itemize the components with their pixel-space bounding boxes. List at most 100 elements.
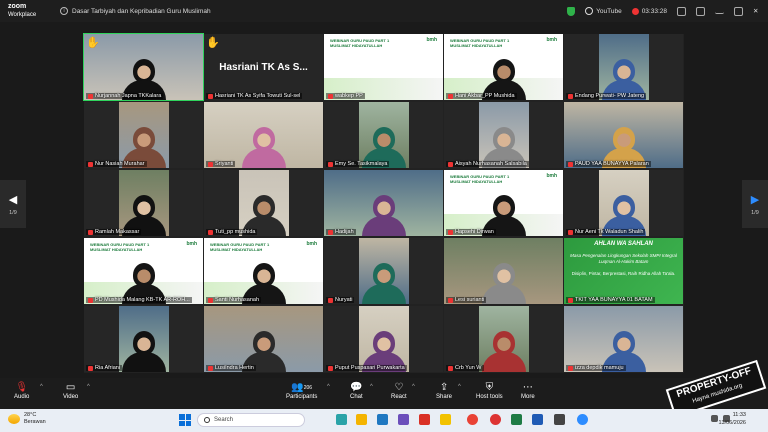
- brand-line1: zoom: [8, 3, 27, 10]
- more-label: More: [521, 394, 535, 400]
- participant-tile[interactable]: Endang Purwati- PW Jateng: [564, 34, 683, 100]
- close-icon[interactable]: ✕: [753, 7, 762, 16]
- weather-temp: 28°C: [24, 412, 37, 418]
- mic-muted-icon: [208, 229, 213, 235]
- participant-name-label: Hadijah: [326, 229, 356, 235]
- youtube-live-indicator[interactable]: YouTube: [585, 7, 622, 15]
- taskbar-app-icon[interactable]: [398, 414, 409, 425]
- participant-name: Crb Yun W: [455, 365, 482, 371]
- host-tools-label: Host tools: [476, 394, 503, 400]
- participant-tile[interactable]: Lesi surianti: [444, 238, 563, 304]
- host-tools-button[interactable]: ⛨ Host tools: [476, 381, 503, 400]
- word-icon[interactable]: [532, 414, 543, 425]
- participants-options-caret[interactable]: ^: [327, 384, 330, 390]
- chat-button[interactable]: 💬 Chat: [350, 381, 363, 400]
- participant-tile[interactable]: WEBINAR GURU PAUD PART 1 MUSLIMAT HIDAYA…: [444, 34, 563, 100]
- participant-name: Hasriani TK As Syifa Towuti Sul-sel: [215, 93, 301, 99]
- participant-name-label: Ria Afriani: [86, 365, 123, 371]
- participant-tile[interactable]: WEBINAR GURU PAUD PART 1 MUSLIMAT HIDAYA…: [444, 170, 563, 236]
- participant-tile[interactable]: PAUD YAA BUNAYYA Palaran: [564, 102, 683, 168]
- camera-icon: ▭: [65, 382, 76, 393]
- mic-muted-icon: [568, 93, 573, 99]
- chrome-icon[interactable]: [467, 414, 478, 425]
- taskbar-search[interactable]: Search: [197, 413, 305, 427]
- participant-tile[interactable]: Crb Yun W: [444, 306, 563, 372]
- apps-icon[interactable]: [696, 6, 705, 16]
- minimize-icon[interactable]: [715, 9, 724, 14]
- participants-count: 206: [303, 384, 313, 391]
- annotate-icon[interactable]: [677, 6, 686, 16]
- mic-muted-icon: [208, 365, 213, 371]
- participant-body: [481, 284, 526, 304]
- mic-muted-icon: [328, 365, 333, 371]
- mic-muted-icon: [328, 93, 333, 99]
- react-options-caret[interactable]: ^: [412, 384, 415, 390]
- participant-tile[interactable]: Emy Se. Tasikmalaya: [324, 102, 443, 168]
- participant-figure: [241, 127, 286, 168]
- start-button[interactable]: [179, 414, 191, 426]
- participant-tile[interactable]: Tuti_pp mushida: [204, 170, 323, 236]
- participant-name-label: Ramlah Makassar: [86, 229, 142, 235]
- zoom-icon[interactable]: [577, 414, 588, 425]
- taskbar-app-icon[interactable]: [336, 414, 347, 425]
- info-icon[interactable]: i: [60, 7, 68, 15]
- participant-tile[interactable]: Puput Puspasari Purwakarta: [324, 306, 443, 372]
- taskbar-app-icon[interactable]: [419, 414, 430, 425]
- meeting-info[interactable]: i Dasar Tarbiyah dan Kepribadian Guru Mu…: [60, 7, 211, 15]
- participant-tile[interactable]: WEBINAR GURU PAUD PART 1 MUSLIMAT HIDAYA…: [324, 34, 443, 100]
- participant-tile[interactable]: Ramlah Makassar: [84, 170, 203, 236]
- bmh-logo: bmh: [546, 37, 557, 43]
- participant-name: Nur Aeni Tk Waladun Shalih: [575, 229, 644, 235]
- participant-tile[interactable]: WEBINAR GURU PAUD PART 1 MUSLIMAT HIDAYA…: [84, 238, 203, 304]
- share-options-caret[interactable]: ^: [458, 384, 461, 390]
- taskbar-clock[interactable]: 11:33 13/06/2026: [718, 411, 746, 427]
- chat-options-caret[interactable]: ^: [370, 384, 373, 390]
- participant-name: PD Mushida Malang KB-TK AR-ROH...: [95, 297, 190, 303]
- participants-button[interactable]: 👥 206 Participants: [286, 381, 317, 400]
- weather-widget[interactable]: 28°C Berawan: [8, 412, 46, 426]
- security-shield-icon[interactable]: [567, 6, 576, 16]
- participant-name-label: Nurjannah Japna TKKalara: [86, 93, 164, 99]
- participant-tile[interactable]: Nuryati: [324, 238, 443, 304]
- maximize-icon[interactable]: [734, 6, 743, 16]
- participant-tile[interactable]: LusiIndra Hertin: [204, 306, 323, 372]
- audio-button[interactable]: 🎙 Audio: [14, 381, 29, 400]
- page-indicator-left: 1/9: [9, 209, 17, 216]
- participant-tile[interactable]: Hadijah: [324, 170, 443, 236]
- video-options-caret[interactable]: ^: [87, 384, 90, 390]
- audio-options-caret[interactable]: ^: [40, 384, 43, 390]
- participant-tile[interactable]: AHLAN WA SAHLAN Masa Pengenalan Lingkunga…: [564, 238, 683, 304]
- mic-muted-icon: [448, 297, 453, 303]
- video-button[interactable]: ▭ Video: [63, 381, 78, 400]
- participant-name: LusiIndra Hertin: [215, 365, 254, 371]
- search-placeholder: Search: [214, 417, 234, 423]
- share-button[interactable]: ⇪ Share: [436, 381, 452, 400]
- participant-name-label: PAUD YAA BUNAYYA Palaran: [566, 161, 651, 167]
- taskbar-app-icon[interactable]: [490, 414, 501, 425]
- participant-tile[interactable]: izza depdik mamuju: [564, 306, 683, 372]
- participant-tile[interactable]: Nur Aeni Tk Waladun Shalih: [564, 170, 683, 236]
- participant-tile[interactable]: Nur Nasiah Murahar: [84, 102, 203, 168]
- taskbar-app-icon[interactable]: [554, 414, 565, 425]
- mic-muted-icon: [448, 93, 453, 99]
- participant-tile[interactable]: Hasriani TK As S... ✋ Hasriani TK As Syifa…: [204, 34, 323, 100]
- participant-name: Sriyanti: [215, 161, 234, 167]
- react-label: React: [391, 394, 407, 400]
- taskbar-app-icon[interactable]: [377, 414, 388, 425]
- taskbar-app-icon[interactable]: [356, 414, 367, 425]
- meeting-toolbar: 🎙 Audio ^ ▭ Video ^ 👥 206 Participants ^ …: [0, 378, 768, 409]
- more-button[interactable]: ⋯ More: [521, 381, 535, 400]
- excel-icon[interactable]: [511, 414, 522, 425]
- participant-tile[interactable]: ✋ Nurjannah Japna TKKalara: [83, 33, 204, 101]
- participant-name-label: Santi Nurhasanah: [206, 297, 262, 303]
- participant-tile[interactable]: WEBINAR GURU PAUD PART 1 MUSLIMAT HIDAYA…: [204, 238, 323, 304]
- folder-icon[interactable]: [440, 414, 451, 425]
- gallery-next-button[interactable]: ▶ 1/9: [742, 180, 768, 228]
- mic-muted-icon: [88, 365, 93, 371]
- participant-tile[interactable]: Ria Afriani: [84, 306, 203, 372]
- gallery-prev-button[interactable]: ◀ 1/9: [0, 180, 26, 228]
- react-button[interactable]: ♡ React: [391, 381, 407, 400]
- weather-desc: Berawan: [24, 419, 46, 425]
- participant-tile[interactable]: Sriyanti: [204, 102, 323, 168]
- participant-tile[interactable]: Aisyah Nurhasanah Salsabila: [444, 102, 563, 168]
